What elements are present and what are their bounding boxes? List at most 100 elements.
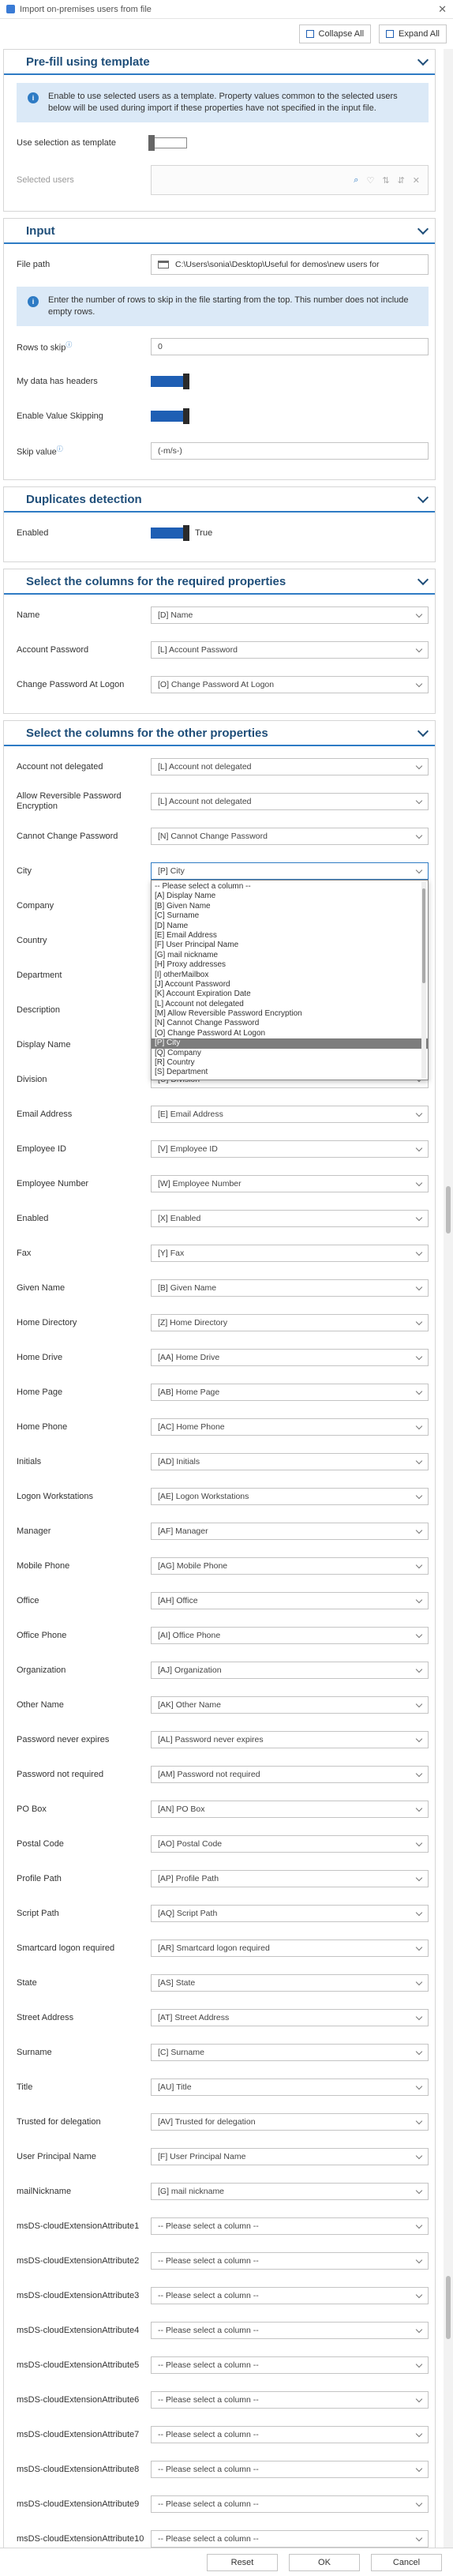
column-select[interactable]: [O] Change Password At Logon (151, 676, 429, 693)
duplicates-toggle[interactable] (151, 525, 189, 541)
chevron-down-icon[interactable] (417, 725, 429, 737)
column-select[interactable]: -- Please select a column -- (151, 2217, 429, 2235)
column-select[interactable]: -- Please select a column -- (151, 2252, 429, 2270)
column-select[interactable]: [AA] Home Drive (151, 1349, 429, 1366)
chevron-down-icon[interactable] (417, 491, 429, 503)
dropdown-option[interactable]: [B] Given Name (152, 902, 428, 911)
dropdown-option[interactable]: [L] Account not delegated (152, 1000, 428, 1009)
reset-button[interactable]: Reset (207, 2553, 278, 2571)
column-select[interactable]: -- Please select a column -- (151, 2530, 429, 2548)
column-select[interactable]: -- Please select a column -- (151, 2356, 429, 2374)
expand-all-button[interactable]: Expand All (379, 24, 447, 43)
column-select[interactable]: [AD] Initials (151, 1453, 429, 1470)
sort-icon[interactable]: ⇅ (382, 175, 389, 186)
dropdown-option[interactable]: [N] Cannot Change Password (152, 1019, 428, 1028)
column-select[interactable]: -- Please select a column -- (151, 2391, 429, 2409)
dropdown-option[interactable]: [I] otherMailbox (152, 971, 428, 980)
scrollbar-thumb[interactable] (446, 1186, 451, 1234)
column-select[interactable]: [AV] Trusted for delegation (151, 2113, 429, 2131)
column-select[interactable]: [P] City (151, 862, 429, 880)
column-select[interactable]: [W] Employee Number (151, 1175, 429, 1192)
column-select[interactable]: [D] Name (151, 606, 429, 624)
column-select[interactable]: [V] Employee ID (151, 1140, 429, 1158)
chevron-down-icon[interactable] (417, 223, 429, 235)
column-select[interactable]: [C] Surname (151, 2044, 429, 2061)
column-select[interactable]: [AH] Office (151, 1592, 429, 1609)
column-select[interactable]: [AQ] Script Path (151, 1905, 429, 1922)
cancel-button[interactable]: Cancel (371, 2553, 442, 2571)
dropdown-option[interactable]: [D] Name (152, 922, 428, 931)
column-select[interactable]: [AO] Postal Code (151, 1835, 429, 1853)
column-dropdown-list[interactable]: -- Please select a column -- [A] Display … (151, 880, 429, 1080)
rows-to-skip-input[interactable]: 0 (151, 338, 429, 355)
column-select[interactable]: [AR] Smartcard logon required (151, 1940, 429, 1957)
column-select[interactable]: [AC] Home Phone (151, 1418, 429, 1436)
dropdown-option[interactable]: [M] Allow Reversible Password Encryption (152, 1009, 428, 1019)
dropdown-option[interactable]: [S] Department (152, 1068, 428, 1077)
dropdown-option[interactable]: [Q] Company (152, 1049, 428, 1058)
column-select[interactable]: [AS] State (151, 1974, 429, 1992)
vertical-scrollbar[interactable] (444, 49, 453, 2548)
file-path-field[interactable]: C:\Users\sonia\Desktop\Useful for demos\… (151, 254, 429, 275)
search-icon[interactable]: ⌕ (354, 175, 358, 186)
column-select[interactable]: [AL] Password never expires (151, 1731, 429, 1748)
required-header[interactable]: Select the columns for the required prop… (4, 569, 435, 595)
column-select[interactable]: [Z] Home Directory (151, 1314, 429, 1331)
dropdown-option[interactable]: [K] Account Expiration Date (152, 989, 428, 999)
dropdown-option[interactable]: [O] Change Password At Logon (152, 1029, 428, 1038)
column-select[interactable]: [L] Account Password (151, 641, 429, 659)
duplicates-header[interactable]: Duplicates detection (4, 487, 435, 513)
column-select[interactable]: [AJ] Organization (151, 1662, 429, 1679)
chevron-down-icon[interactable] (417, 573, 429, 585)
column-select[interactable]: -- Please select a column -- (151, 2495, 429, 2513)
column-select[interactable]: [AI] Office Phone (151, 1627, 429, 1644)
column-select[interactable]: [AB] Home Page (151, 1384, 429, 1401)
folder-icon[interactable] (158, 261, 169, 268)
heart-icon[interactable]: ♡ (366, 175, 374, 186)
column-select[interactable]: [AT] Street Address (151, 2009, 429, 2026)
dropdown-option[interactable]: -- Please select a column -- (152, 882, 428, 892)
column-select[interactable]: [L] Account not delegated (151, 793, 429, 810)
value-skipping-toggle[interactable] (151, 408, 189, 424)
dropdown-option[interactable]: [A] Display Name (152, 892, 428, 901)
column-select[interactable]: [F] User Principal Name (151, 2148, 429, 2165)
column-select[interactable]: -- Please select a column -- (151, 2461, 429, 2478)
column-select[interactable]: [Y] Fax (151, 1245, 429, 1262)
dropdown-option[interactable]: [F] User Principal Name (152, 941, 428, 950)
column-select[interactable]: [B] Given Name (151, 1279, 429, 1297)
dropdown-option[interactable]: [G] mail nickname (152, 951, 428, 960)
column-select[interactable]: [L] Account not delegated (151, 758, 429, 775)
dropdown-scrollbar[interactable] (421, 882, 426, 1078)
sort-desc-icon[interactable]: ⇵ (398, 175, 405, 186)
column-select[interactable]: [AM] Password not required (151, 1766, 429, 1783)
remove-icon[interactable]: ✕ (413, 175, 420, 186)
column-select[interactable]: [AG] Mobile Phone (151, 1557, 429, 1575)
column-select[interactable]: [N] Cannot Change Password (151, 828, 429, 845)
dropdown-option[interactable]: [C] Surname (152, 911, 428, 921)
column-select[interactable]: -- Please select a column -- (151, 2322, 429, 2339)
skip-value-input[interactable]: (-m/s-) (151, 442, 429, 460)
use-selection-toggle[interactable] (148, 135, 187, 151)
column-select[interactable]: [AU] Title (151, 2078, 429, 2096)
column-select[interactable]: [AK] Other Name (151, 1696, 429, 1714)
close-icon[interactable]: ✕ (438, 3, 447, 16)
dropdown-option[interactable]: [R] Country (152, 1058, 428, 1068)
input-header[interactable]: Input (4, 219, 435, 244)
dropdown-option[interactable]: [P] City (152, 1038, 428, 1049)
headers-toggle[interactable] (151, 374, 189, 389)
ok-button[interactable]: OK (289, 2553, 360, 2571)
column-select[interactable]: [AN] PO Box (151, 1801, 429, 1818)
collapse-all-button[interactable]: Collapse All (298, 24, 372, 43)
column-select[interactable]: [AF] Manager (151, 1523, 429, 1540)
dropdown-option[interactable]: [J] Account Password (152, 980, 428, 989)
scrollbar-thumb[interactable] (446, 2276, 451, 2339)
column-select[interactable]: [AE] Logon Workstations (151, 1488, 429, 1505)
dropdown-option[interactable]: [E] Email Address (152, 931, 428, 941)
column-select[interactable]: -- Please select a column -- (151, 2426, 429, 2443)
dropdown-option[interactable]: [H] Proxy addresses (152, 960, 428, 970)
column-select[interactable]: [X] Enabled (151, 1210, 429, 1227)
column-select[interactable]: -- Please select a column -- (151, 2287, 429, 2304)
prefill-header[interactable]: Pre-fill using template (4, 50, 435, 75)
other-header[interactable]: Select the columns for the other propert… (4, 721, 435, 746)
column-select[interactable]: [E] Email Address (151, 1106, 429, 1123)
